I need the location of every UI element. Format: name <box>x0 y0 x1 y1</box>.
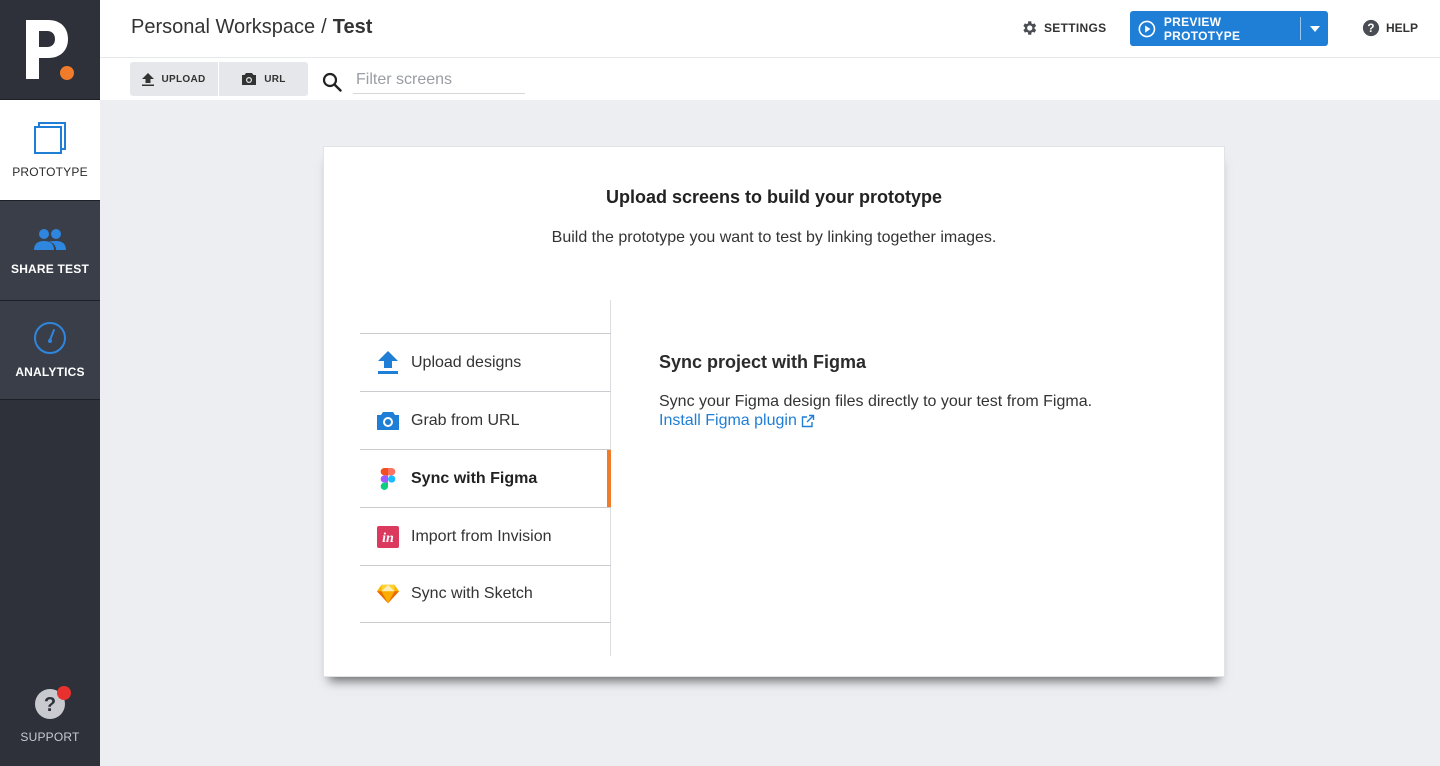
play-circle-icon <box>1138 20 1156 37</box>
card-subtitle: Build the prototype you want to test by … <box>551 229 997 246</box>
nav-prototype-label: PROTOTYPE <box>12 165 88 179</box>
invision-icon: in <box>376 525 400 549</box>
preview-dropdown-button[interactable] <box>1301 11 1328 46</box>
header-divider <box>100 57 1440 58</box>
install-figma-plugin-link[interactable]: Install Figma plugin <box>659 412 815 430</box>
breadcrumb-project: Test <box>332 16 373 38</box>
option-label: Grab from URL <box>411 411 520 429</box>
logo-icon <box>26 20 74 80</box>
help-icon: ? <box>1362 19 1380 37</box>
preview-prototype-button[interactable]: PREVIEW PROTOTYPE <box>1130 11 1328 46</box>
upload-button[interactable]: UPLOAD <box>130 62 218 96</box>
settings-label: SETTINGS <box>1044 21 1107 35</box>
caret-down-icon <box>1309 25 1320 32</box>
svg-text:in: in <box>382 531 394 546</box>
nav-share-label: SHARE TEST <box>10 261 89 276</box>
help-label: HELP <box>1386 21 1419 35</box>
external-link-icon <box>801 414 815 428</box>
gauge-icon <box>34 322 66 354</box>
sketch-icon <box>376 582 400 606</box>
nav-analytics-label: ANALYTICS <box>15 365 85 379</box>
gear-icon <box>1023 21 1037 35</box>
filter-screens-input[interactable] <box>353 66 525 94</box>
breadcrumb-separator: / <box>321 16 327 38</box>
figma-icon <box>376 467 400 491</box>
preview-main[interactable]: PREVIEW PROTOTYPE <box>1130 11 1300 46</box>
upload-icon <box>376 350 400 375</box>
option-import-invision[interactable]: in Import from Invision <box>360 507 611 565</box>
nav-support[interactable]: ? SUPPORT <box>0 666 100 766</box>
breadcrumb: Personal Workspace / Test <box>131 16 372 39</box>
upload-label: UPLOAD <box>161 73 206 85</box>
sidebar: PROTOTYPE SHARE TEST ANALYTICS ? SUPPORT <box>0 0 100 766</box>
option-label: Import from Invision <box>411 527 552 545</box>
nav-prototype[interactable]: PROTOTYPE <box>0 100 100 200</box>
toolbar: UPLOAD URL <box>130 62 308 96</box>
preview-label: PREVIEW PROTOTYPE <box>1163 14 1241 43</box>
link-label: Install Figma plugin <box>659 412 797 429</box>
option-sync-sketch[interactable]: Sync with Sketch <box>360 565 611 623</box>
upload-card: Upload screens to build your prototype B… <box>323 146 1225 677</box>
option-label: Sync with Figma <box>411 469 538 487</box>
upload-icon <box>142 72 155 86</box>
detail-text: Sync your Figma design files directly to… <box>659 393 1093 410</box>
detail-title: Sync project with Figma <box>659 352 867 372</box>
nav-support-label: SUPPORT <box>20 730 80 744</box>
url-label: URL <box>264 73 286 85</box>
import-options: Upload designs Grab from URL Sync with F… <box>360 333 611 623</box>
card-title: Upload screens to build your prototype <box>605 187 943 207</box>
app-logo[interactable] <box>0 0 100 100</box>
settings-button[interactable]: SETTINGS <box>1020 19 1106 37</box>
url-button[interactable]: URL <box>219 62 308 96</box>
option-sync-figma[interactable]: Sync with Figma <box>360 449 611 507</box>
option-label: Sync with Sketch <box>411 585 533 602</box>
option-upload-designs[interactable]: Upload designs <box>360 333 611 391</box>
camera-icon <box>242 73 257 85</box>
search-icon <box>322 72 342 92</box>
option-label: Upload designs <box>411 353 522 371</box>
users-icon <box>34 228 66 250</box>
svg-text:?: ? <box>1367 22 1374 35</box>
notification-badge <box>57 686 71 700</box>
header: Personal Workspace / Test SETTINGS PREVIEW… <box>100 0 1440 100</box>
breadcrumb-workspace[interactable]: Personal Workspace <box>131 16 315 38</box>
nav-share-test[interactable]: SHARE TEST <box>0 200 100 300</box>
prototype-icon <box>34 122 66 154</box>
option-grab-from-url[interactable]: Grab from URL <box>360 391 611 449</box>
svg-text:?: ? <box>44 694 56 716</box>
camera-icon <box>376 409 400 433</box>
help-button[interactable]: ? HELP <box>1362 19 1418 37</box>
nav-analytics[interactable]: ANALYTICS <box>0 300 100 400</box>
